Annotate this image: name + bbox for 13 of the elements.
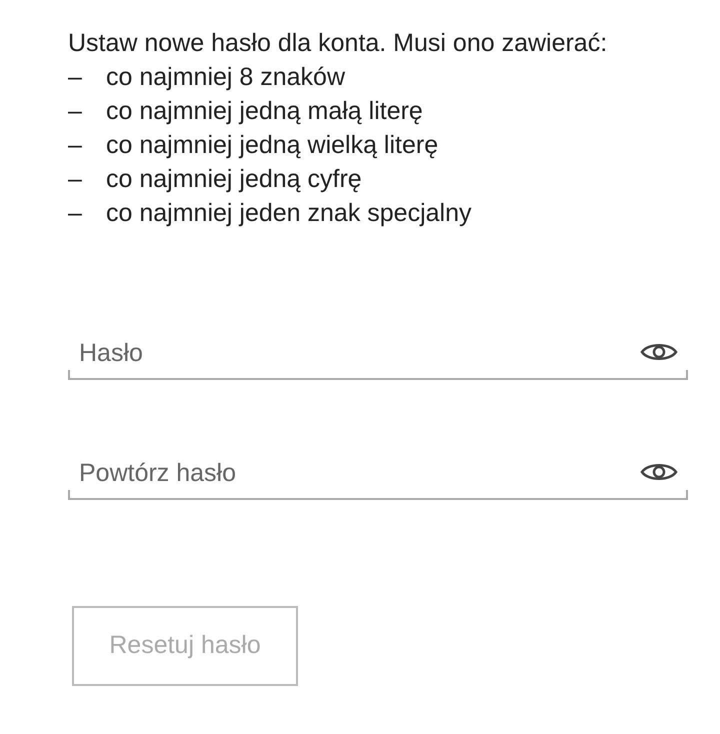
requirement-text: co najmniej jedną małą literę: [106, 96, 423, 127]
requirement-text: co najmniej jedną cyfrę: [106, 164, 362, 195]
requirement-text: co najmniej 8 znaków: [106, 62, 346, 93]
password-field[interactable]: Powtórz hasło: [68, 440, 688, 500]
list-bullet: –: [68, 130, 83, 161]
password-field[interactable]: Hasło: [68, 320, 688, 380]
list-bullet: –: [68, 198, 83, 229]
list-bullet: –: [68, 96, 83, 127]
instructions-text: Ustaw nowe hasło dla konta. Musi ono zawierać:: [68, 28, 608, 59]
list-bullet: –: [68, 62, 83, 93]
requirement-text: co najmniej jedną wielką literę: [106, 130, 438, 161]
list-bullet: –: [68, 164, 83, 195]
requirement-text: co najmniej jeden znak specjalny: [106, 198, 472, 229]
